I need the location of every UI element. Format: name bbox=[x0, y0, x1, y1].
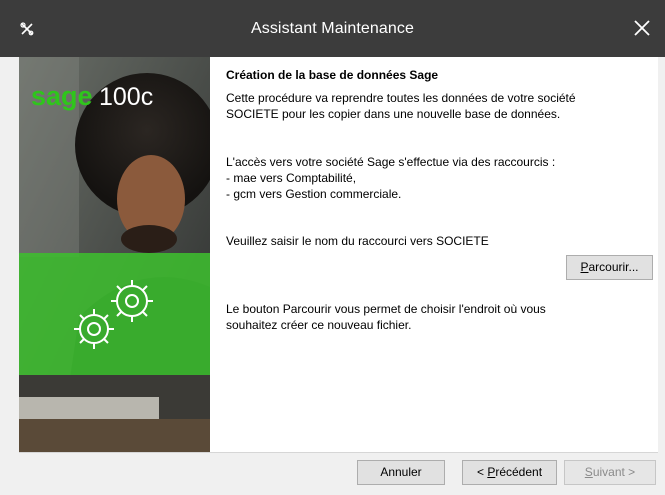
wizard-window: Assistant Maintenance sage 100c Création… bbox=[0, 0, 665, 495]
close-button[interactable] bbox=[619, 0, 665, 57]
product-logo: 100c bbox=[99, 83, 153, 111]
cancel-button[interactable]: Annuler bbox=[357, 460, 445, 485]
browse-button[interactable]: Parcourir... bbox=[566, 255, 653, 280]
intro-text: Cette procédure va reprendre toutes les … bbox=[226, 91, 576, 121]
previous-button[interactable]: < Précédent bbox=[462, 460, 557, 485]
next-button[interactable]: Suivant > bbox=[564, 460, 656, 485]
shortcut-prompt: Veuillez saisir le nom du raccourci vers… bbox=[226, 234, 489, 248]
title-bar[interactable]: Assistant Maintenance bbox=[0, 0, 665, 57]
window-title: Assistant Maintenance bbox=[250, 20, 415, 37]
left-margin bbox=[0, 57, 19, 453]
close-icon bbox=[634, 20, 650, 36]
right-margin bbox=[658, 57, 665, 453]
page-heading: Création de la base de données Sage bbox=[226, 68, 439, 82]
sage-banner-image: sage 100c bbox=[19, 57, 210, 453]
shortcuts-text: L'accès vers votre société Sage s'effect… bbox=[226, 155, 556, 201]
sage-logo: sage bbox=[31, 81, 93, 111]
wizard-content: Création de la base de données Sage Cett… bbox=[210, 57, 658, 453]
browse-help-text: Le bouton Parcourir vous permet de chois… bbox=[226, 302, 546, 332]
